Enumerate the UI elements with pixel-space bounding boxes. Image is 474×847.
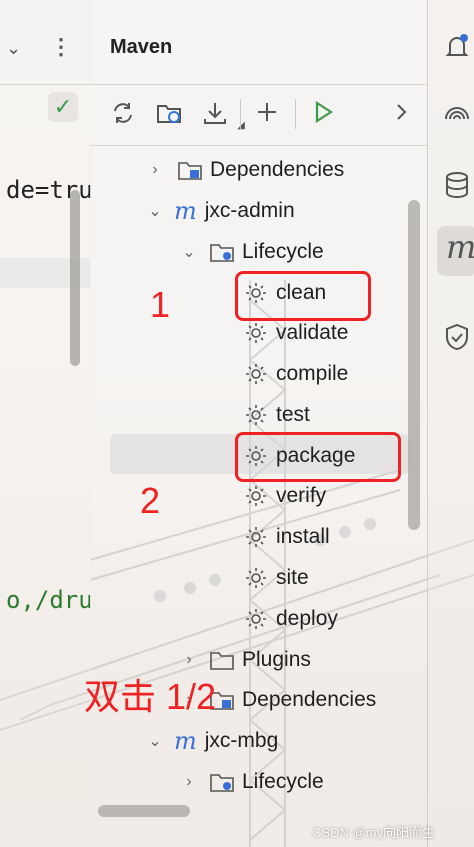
lifecycle-goal-compile[interactable]: compile [244,354,348,394]
tree-item-label: Dependencies [210,158,345,181]
maven-module-icon: m [174,197,197,225]
chevron-down-icon[interactable]: ⌄ [180,242,198,262]
reload-icon[interactable] [108,99,138,129]
lifecycle-folder-icon [210,774,234,792]
goal-label: validate [276,321,349,344]
annotation-step-1: 1 [150,284,171,325]
horizontal-scrollbar[interactable] [98,805,190,817]
tree-item-label: jxc-mbg [204,729,279,752]
gear-icon [246,527,266,547]
notifications-bell-icon[interactable] [442,32,472,62]
folder-refresh-icon[interactable] [154,99,184,129]
code-line: o,/dru [6,586,93,614]
gear-icon [246,486,266,506]
chevron-right-icon[interactable]: › [180,651,198,669]
tree-item-label: Plugins [242,648,311,671]
goal-label: test [276,403,310,426]
chevron-right-icon[interactable]: › [180,773,198,791]
lifecycle-goal-install[interactable]: install [244,517,330,557]
tree-item-lifecycle[interactable]: › Lifecycle [180,762,324,802]
tree-item-jxc-admin[interactable]: ⌄ m jxc-admin [146,191,295,231]
chevron-down-icon[interactable]: ⌄ [146,201,164,221]
maven-module-icon: m [174,727,197,755]
annotation-box-package [235,432,401,482]
goal-label: deploy [276,607,338,630]
ai-assistant-icon[interactable] [442,104,472,134]
gear-icon [246,323,266,343]
goal-label: verify [276,484,327,507]
lifecycle-goal-test[interactable]: test [244,395,310,435]
toolbar-separator [295,99,296,129]
editor-scrollbar[interactable] [70,190,80,366]
toolbar-separator [240,99,241,129]
annotation-double-click: 双击 1/2 [84,676,217,717]
gear-icon [246,568,266,588]
lifecycle-folder-icon [210,244,234,262]
chevron-down-icon[interactable]: ⌄ [6,38,21,59]
maven-toolbar: ◢ [90,84,427,146]
tree-item-jxc-mbg[interactable]: ⌄ m jxc-mbg [146,721,278,761]
vertical-scrollbar[interactable] [408,200,420,530]
check-icon[interactable]: ✓ [48,92,78,122]
run-icon[interactable] [308,99,338,129]
dependencies-folder-icon [178,162,202,180]
lifecycle-goal-site[interactable]: site [244,558,309,598]
chevron-right-icon[interactable]: › [146,161,164,179]
tree-item-lifecycle[interactable]: ⌄ Lifecycle [180,232,324,272]
annotation-step-2: 2 [140,480,161,521]
tree-item-label: Lifecycle [242,240,324,263]
gear-icon [246,364,266,384]
lifecycle-goal-deploy[interactable]: deploy [244,599,338,639]
watermark: CSDN @my向阳而生 [312,825,435,840]
maven-tool-icon[interactable]: m [446,228,474,266]
goal-label: site [276,566,309,589]
gear-icon [246,609,266,629]
panel-title: Maven [110,36,173,58]
editor-tab-bar: ⌄ ⋮ [0,0,90,85]
code-editor[interactable]: ⌄ ⋮ ✓ de=tru o,/dru [0,0,93,847]
goal-label: install [276,525,330,548]
tree-item-label: jxc-admin [204,199,295,222]
tree-item-dependencies[interactable]: › Dependencies [146,150,344,190]
lifecycle-goal-verify[interactable]: verify [244,476,326,516]
chevron-down-icon[interactable]: ⌄ [146,731,164,751]
tree-item-label: Lifecycle [242,770,324,793]
goal-label: compile [276,362,349,385]
plugins-folder-icon [210,652,234,670]
more-icon[interactable] [386,99,416,129]
add-icon[interactable] [252,99,282,129]
more-options-icon[interactable]: ⋮ [50,34,72,60]
annotation-box-clean [235,271,371,321]
database-icon[interactable] [442,170,472,200]
tree-item-label: Dependencies [242,688,377,711]
gear-icon [246,405,266,425]
shield-check-icon[interactable] [442,322,472,352]
